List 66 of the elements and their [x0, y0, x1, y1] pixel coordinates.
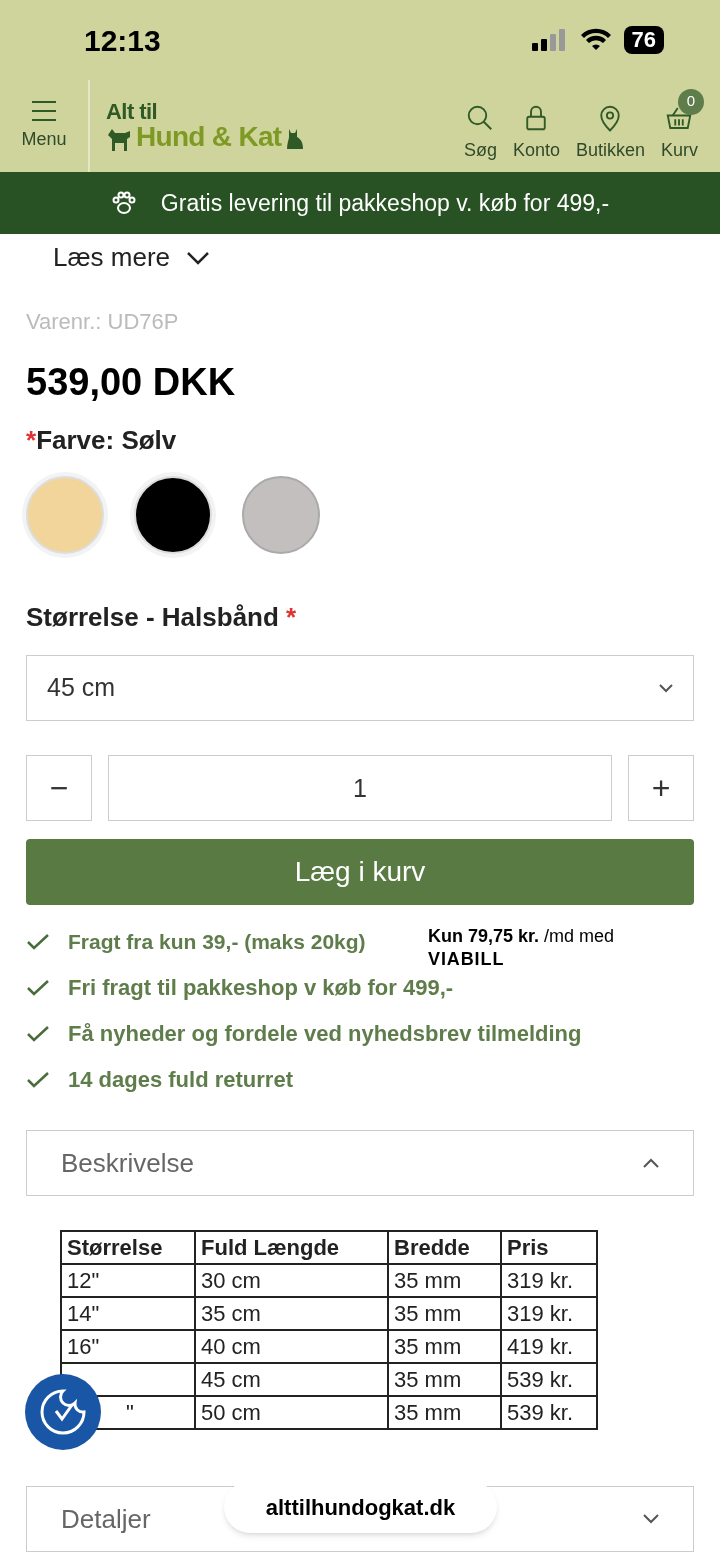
accordion-header[interactable]: Beskrivelse	[26, 1130, 694, 1196]
table-cell: 35 mm	[388, 1396, 501, 1429]
table-cell: 16"	[61, 1330, 195, 1363]
benefit-text: Fri fragt til pakkeshop v køb for 499,-	[68, 974, 454, 1002]
table-cell: 319 kr.	[501, 1264, 597, 1297]
cookie-icon	[38, 1387, 88, 1437]
account-nav-button[interactable]: Konto	[506, 88, 566, 164]
benefit-text: Fragt fra kun 39,- (maks 20kg)	[68, 928, 366, 955]
table-cell: 45 cm	[195, 1363, 388, 1396]
cart-count-badge: 0	[678, 88, 704, 115]
table-cell: 319 kr.	[501, 1297, 597, 1330]
search-nav-button[interactable]: Søg	[457, 88, 503, 164]
banner-text: Gratis levering til pakkeshop v. køb for 499,-	[160, 188, 610, 218]
site-logo[interactable]: Alt til Hund & Kat	[106, 101, 306, 151]
sku-text: Varenr.: UD76P	[26, 308, 180, 336]
column-header: Størrelse	[61, 1231, 195, 1264]
column-header: Fuld Længde	[195, 1231, 388, 1264]
table-cell: 35 mm	[388, 1363, 501, 1396]
read-more-link[interactable]: Læs mere	[53, 238, 211, 277]
signal-icon	[531, 29, 568, 51]
paw-icon	[110, 191, 137, 215]
product-price: 539,00 DKK	[26, 360, 237, 405]
table-cell: 539 kr.	[501, 1396, 597, 1429]
table-cell: 12"	[61, 1264, 195, 1297]
benefit-text: 14 dages fuld returret	[68, 1066, 293, 1094]
benefit-text: Få nyheder og fordele ved nyhedsbrev tilmelding	[68, 1020, 582, 1048]
installment-text: Kun 79,75 kr. /md med	[428, 925, 615, 948]
domain-pill: alttilhundogkat.dk	[224, 1481, 497, 1533]
battery-indicator: 76	[623, 26, 664, 54]
quantity-field[interactable]: 1	[108, 755, 612, 821]
table-cell: 35 cm	[195, 1297, 388, 1330]
wifi-icon	[579, 28, 612, 52]
table-cell: 419 kr.	[501, 1330, 597, 1363]
status-time: 12:13	[84, 22, 161, 59]
logo-text: Alt til	[106, 101, 159, 123]
table-cell: 30 cm	[195, 1264, 388, 1297]
table-cell: 35 mm	[388, 1297, 501, 1330]
size-label: Størrelse - Halsbånd *	[26, 601, 298, 634]
payment-logo: VIABILL	[428, 950, 505, 968]
chevron-up-icon	[643, 1158, 659, 1168]
decrease-button[interactable]: −	[26, 755, 92, 821]
size-select[interactable]: 45 cm	[26, 655, 694, 721]
table-cell: 539 kr.	[501, 1363, 597, 1396]
checkmark-icon	[26, 932, 50, 951]
store-nav-button[interactable]: Butikken	[569, 88, 651, 164]
increase-button[interactable]: +	[628, 755, 694, 821]
cat-icon	[285, 127, 306, 151]
color-label: *Farve: Sølv	[26, 424, 178, 457]
chevron-down-icon	[186, 250, 211, 265]
logo-text: Hund & Kat	[136, 123, 282, 151]
chevron-down-icon	[659, 683, 673, 693]
checkmark-icon	[26, 1024, 50, 1043]
checkmark-icon	[26, 1070, 50, 1089]
table-cell: 35 mm	[388, 1264, 501, 1297]
table-cell: 14"	[61, 1297, 195, 1330]
column-header: Bredde	[388, 1231, 501, 1264]
table-cell: 50 cm	[195, 1396, 388, 1429]
dog-icon	[106, 127, 132, 151]
checkmark-icon	[26, 978, 50, 997]
add-to-cart-button[interactable]: Læg i kurv	[26, 839, 694, 905]
cart-nav-button[interactable]: Kurv 0	[655, 88, 704, 164]
table-cell: 40 cm	[195, 1330, 388, 1363]
menu-icon	[30, 99, 58, 122]
table-cell: 35 mm	[388, 1330, 501, 1363]
chevron-down-icon	[643, 1514, 659, 1524]
column-header: Pris	[501, 1231, 597, 1264]
